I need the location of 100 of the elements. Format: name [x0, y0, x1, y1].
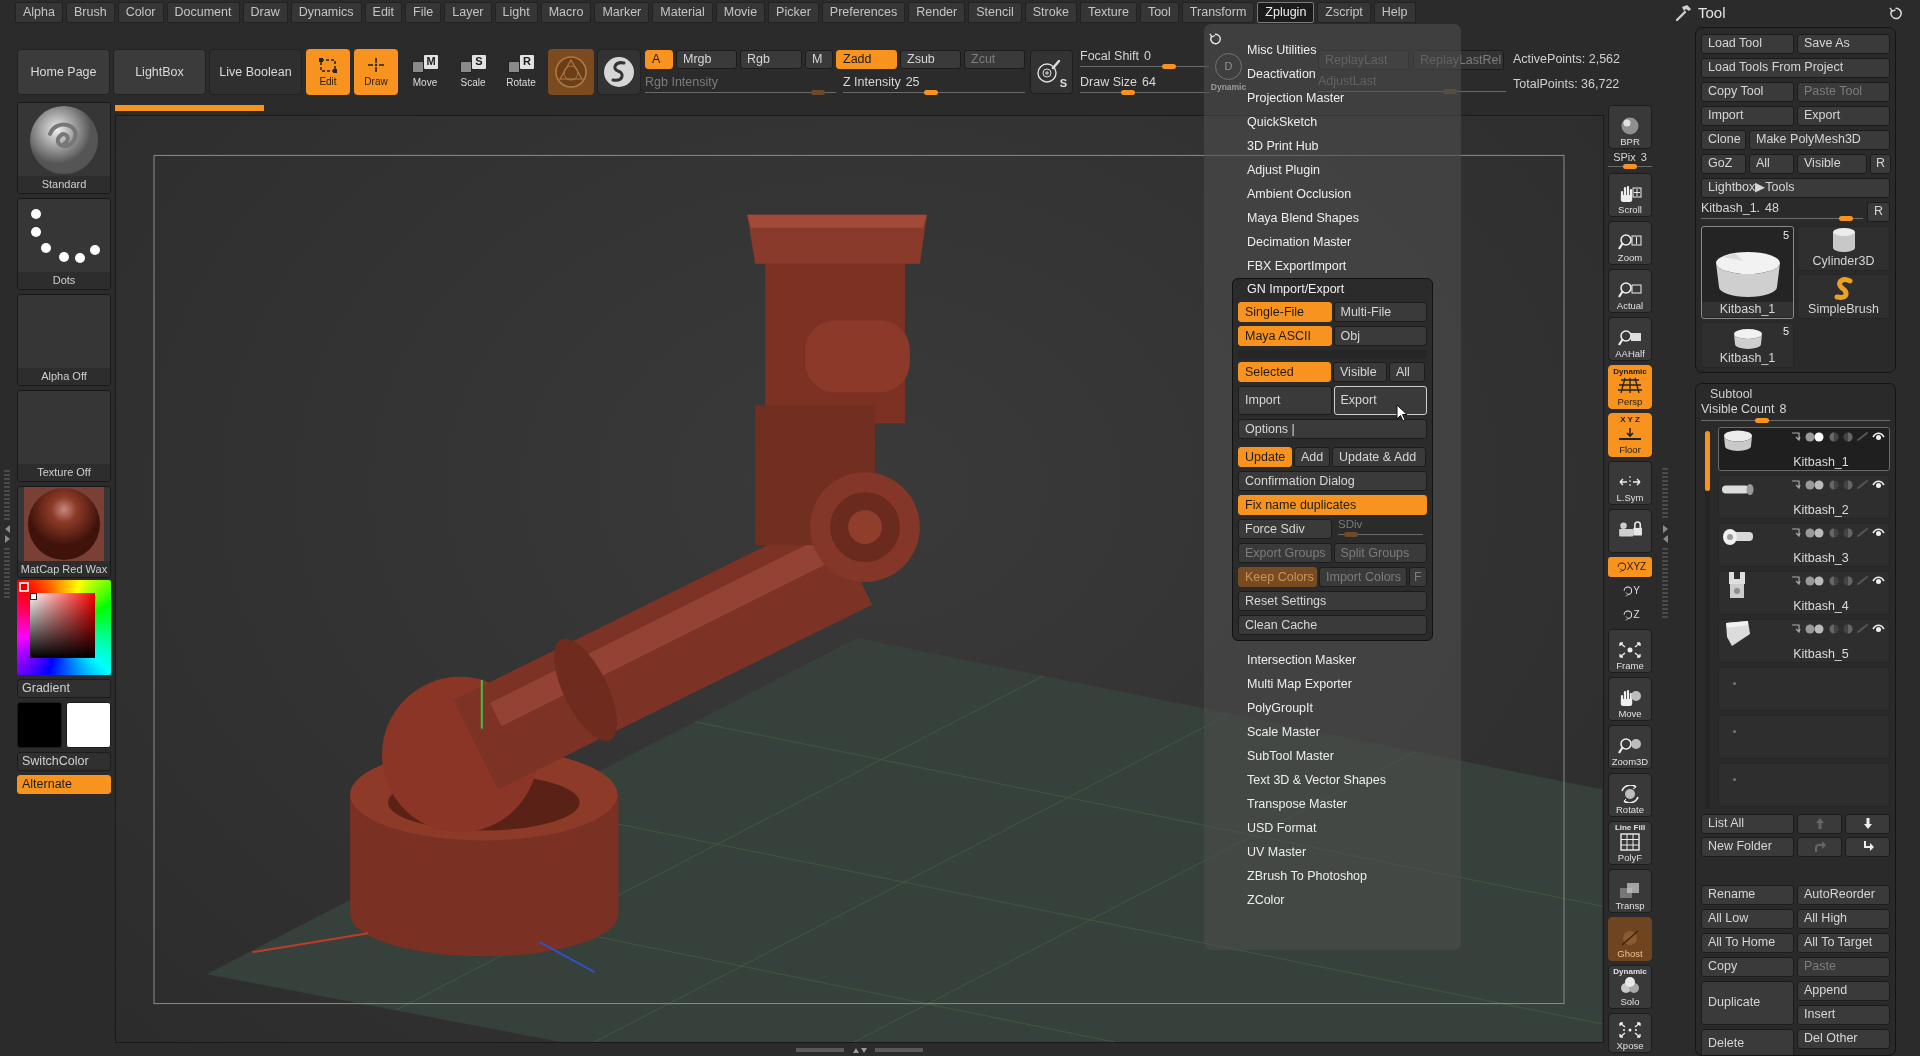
corner-arrow-icon[interactable]: [1791, 432, 1801, 442]
plugin-menu-item[interactable]: Adjust Plugin: [1232, 158, 1320, 182]
channel-button[interactable]: M: [805, 50, 833, 69]
slider-handle[interactable]: [1838, 216, 1853, 222]
channel-button[interactable]: Mrgb: [676, 50, 737, 69]
menu-item[interactable]: Zscript: [1317, 2, 1371, 23]
subtool-action-button[interactable]: All To Home: [1701, 932, 1794, 953]
plugin-option-button[interactable]: Export: [1333, 386, 1427, 415]
plugin-menu-item[interactable]: SubTool Master: [1232, 744, 1334, 768]
eye-icon[interactable]: [1872, 432, 1885, 442]
subtool-row[interactable]: Kitbash_5: [1717, 618, 1890, 663]
slider-handle[interactable]: [923, 90, 938, 95]
view-button[interactable]: Zoom3D: [1608, 725, 1652, 769]
brush-preview-button[interactable]: [597, 49, 641, 95]
view-button[interactable]: BPR: [1608, 105, 1652, 149]
plugin-option-button[interactable]: Maya ASCII: [1238, 326, 1332, 346]
arrow-button[interactable]: [1845, 836, 1890, 857]
plugin-menu-item[interactable]: Text 3D & Vector Shapes: [1232, 768, 1386, 792]
plugin-option-button[interactable]: Options |: [1238, 419, 1427, 439]
view-toggle[interactable]: XYZ: [1608, 557, 1652, 577]
subtool-row[interactable]: Kitbash_1: [1717, 426, 1890, 471]
scrollbar[interactable]: [1705, 430, 1710, 809]
two-circles-icon[interactable]: [1805, 431, 1825, 442]
plugin-menu-item[interactable]: Decimation Master: [1232, 230, 1352, 254]
subtool-action-button[interactable]: Delete: [1701, 1028, 1794, 1055]
half-shaded-circle-icon[interactable]: [1843, 431, 1853, 442]
half-shaded-circle-icon[interactable]: [1843, 479, 1853, 490]
half-shaded-circle-icon[interactable]: [1829, 479, 1839, 490]
tool-button[interactable]: Save As: [1797, 33, 1890, 54]
menu-item[interactable]: Stroke: [1024, 2, 1077, 23]
color-swatch[interactable]: [17, 702, 62, 748]
plugin-menu-item[interactable]: Ambient Occlusion: [1232, 182, 1352, 206]
menu-item[interactable]: Dynamics: [290, 2, 362, 23]
transform-button[interactable]: M Move: [406, 49, 444, 95]
view-button[interactable]: Scroll: [1608, 173, 1652, 217]
switch-color-button[interactable]: SwitchColor: [17, 752, 111, 771]
view-button[interactable]: Frame: [1608, 629, 1652, 673]
list-button[interactable]: New Folder: [1701, 836, 1794, 857]
subtool-action-button[interactable]: All High: [1797, 908, 1890, 929]
half-shaded-circle-icon[interactable]: [1843, 623, 1853, 634]
color-picker[interactable]: [17, 580, 111, 675]
plugin-menu-item[interactable]: Maya Blend Shapes: [1232, 206, 1359, 230]
plugin-option-button[interactable]: Multi-File: [1333, 302, 1427, 322]
two-circles-icon[interactable]: [1805, 623, 1825, 634]
shelf-toggle[interactable]: [796, 1046, 923, 1053]
shelf-slot[interactable]: MatCap Red Wax: [17, 486, 111, 578]
plugin-option-button[interactable]: Import: [1238, 386, 1332, 415]
menu-item[interactable]: Material: [652, 2, 713, 23]
view-button[interactable]: AAHalf: [1608, 317, 1652, 361]
alternate-button[interactable]: Alternate: [17, 775, 111, 794]
tool-button[interactable]: Clone: [1701, 129, 1746, 150]
menu-item[interactable]: Help: [1373, 2, 1416, 23]
tool-thumbnail[interactable]: SimpleBrush: [1797, 273, 1890, 319]
list-button[interactable]: List All: [1701, 813, 1794, 834]
corner-arrow-icon[interactable]: [1791, 624, 1801, 634]
plugin-option-button[interactable]: Update: [1238, 447, 1292, 467]
menu-item[interactable]: Edit: [364, 2, 403, 23]
view-button[interactable]: L.Sym: [1608, 461, 1652, 505]
menu-item[interactable]: Movie: [715, 2, 766, 23]
plugin-option-button[interactable]: Visible: [1333, 362, 1387, 382]
subtool-action-button[interactable]: Rename: [1701, 884, 1794, 905]
toggle-button[interactable]: Live Boolean: [209, 49, 302, 95]
plugin-option-button[interactable]: Add: [1294, 447, 1330, 467]
menu-item[interactable]: Texture: [1079, 2, 1137, 23]
tool-button[interactable]: Copy Tool: [1701, 81, 1794, 102]
plugin-option-button[interactable]: Force Sdiv: [1238, 519, 1332, 539]
corner-arrow-icon[interactable]: [1791, 576, 1801, 586]
depth-button[interactable]: Zadd: [836, 50, 897, 69]
view-toggle[interactable]: Z: [1608, 605, 1652, 625]
subtool-row[interactable]: Kitbash_4: [1717, 570, 1890, 615]
panel-grip[interactable]: [1662, 548, 1668, 618]
menu-item[interactable]: Draw: [242, 2, 288, 23]
subtool-action-button[interactable]: All To Target: [1797, 932, 1890, 953]
tool-button[interactable]: Lightbox▶Tools: [1701, 177, 1890, 198]
stroke-button[interactable]: S: [1030, 50, 1073, 94]
slider-handle[interactable]: [1623, 164, 1637, 169]
scrollbar-thumb[interactable]: [1705, 430, 1710, 491]
view-button[interactable]: Line Fill PolyF: [1608, 821, 1652, 865]
half-shaded-circle-icon[interactable]: [1829, 527, 1839, 538]
eye-icon[interactable]: [1872, 576, 1885, 586]
menu-item[interactable]: File: [405, 2, 442, 23]
color-swatch[interactable]: [66, 702, 111, 748]
shelf-slot[interactable]: Standard: [17, 102, 111, 194]
corner-arrow-icon[interactable]: [1791, 528, 1801, 538]
tool-button[interactable]: Load Tools From Project: [1701, 57, 1890, 78]
subtool-action-button[interactable]: Del Other: [1797, 1028, 1890, 1049]
slider-handle[interactable]: [1161, 64, 1176, 69]
tool-thumbnail[interactable]: Cylinder3D: [1797, 225, 1890, 271]
view-button[interactable]: Dynamic Solo: [1608, 965, 1652, 1009]
plugin-menu-item[interactable]: Multi Map Exporter: [1232, 672, 1352, 696]
view-button[interactable]: Transp: [1608, 869, 1652, 913]
menu-item[interactable]: Document: [166, 2, 240, 23]
tool-button[interactable]: Visible: [1797, 153, 1867, 174]
nav-button[interactable]: Home Page: [17, 49, 110, 95]
subtool-action-button[interactable]: Copy: [1701, 956, 1794, 977]
tool-button[interactable]: Make PolyMesh3D: [1749, 129, 1890, 150]
menu-item[interactable]: Picker: [768, 2, 819, 23]
plugin-option-button[interactable]: Single-File: [1238, 302, 1332, 322]
view-toggle[interactable]: Y: [1608, 581, 1652, 601]
mode-button[interactable]: Edit: [306, 49, 350, 95]
